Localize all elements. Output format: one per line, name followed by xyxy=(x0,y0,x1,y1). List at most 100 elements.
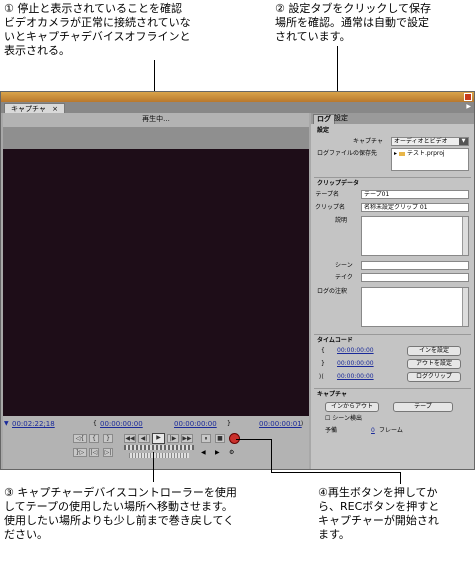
panel-menu-icon[interactable]: ▶ xyxy=(466,103,471,110)
scene-detect-label: シーン検出 xyxy=(332,415,362,422)
tape-name-label: テープ名 xyxy=(315,191,339,198)
preview-header-strip xyxy=(3,127,309,149)
annotation-4-line: ます。 xyxy=(318,528,350,541)
status-text: 再生中... xyxy=(142,115,170,123)
tc-duration-value[interactable]: 00:00:00:00 xyxy=(337,373,374,381)
take-label: テイク xyxy=(335,274,353,281)
set-out-button[interactable]: アウトを設定 xyxy=(407,359,461,369)
log-clip-button[interactable]: ログクリップ xyxy=(407,372,461,382)
window-titlebar[interactable] xyxy=(1,92,474,102)
annotation-1-line: ① 停止と表示されていることを確認 xyxy=(4,2,183,15)
tab-capture[interactable]: キャプチャ × xyxy=(4,103,66,113)
clip-name-field[interactable]: 名称未設定クリップ 01 xyxy=(361,203,469,212)
close-icon[interactable] xyxy=(464,93,472,101)
current-timecode[interactable]: 00:02:22;18 xyxy=(12,418,55,430)
scene-label: シーン xyxy=(335,262,353,269)
pause-button[interactable]: ⏸ xyxy=(201,434,211,443)
annotation-2-line: 場所を確認。通常は自動で設定 xyxy=(275,16,429,29)
annotation-1-line: いとキャプチャデバイスオフラインと xyxy=(4,30,191,43)
logfile-location-box[interactable]: ▸ テスト.prproj xyxy=(391,148,469,171)
annotation-1-line: 表示される。 xyxy=(4,44,70,57)
duration-icon: ⟩⟨ xyxy=(319,373,324,380)
annotation-2-line: ② 設定タブをクリックして保存 xyxy=(275,2,432,15)
folder-icon xyxy=(398,151,405,156)
stop-button[interactable]: ■ xyxy=(215,434,225,443)
leader-line-4b xyxy=(271,439,272,472)
annotation-3-line: ださい。 xyxy=(4,528,48,541)
jog-slider[interactable] xyxy=(129,453,189,458)
capture-section-header: キャプチャ xyxy=(317,391,347,398)
annotation-3: ③ キャプチャーデバイスコントローラーを使用 してテープの使用したい場所へ移動さ… xyxy=(4,486,314,542)
out-timecode[interactable]: 00:00:00:00 xyxy=(174,418,217,430)
annotation-4-line: キャプチャーが開始され xyxy=(318,514,439,527)
expand-icon: ▸ xyxy=(394,150,398,157)
set-in-button[interactable]: インを設定 xyxy=(407,346,461,356)
annotation-4-line: ら、RECボタンを押すと xyxy=(318,500,440,513)
logfile-location-item[interactable]: ▸ テスト.prproj xyxy=(394,150,445,158)
duration-icon: ⟩ xyxy=(301,420,304,427)
tab-settings[interactable]: 設定 xyxy=(331,114,351,124)
capture-type-select[interactable]: オーディオとビデオ ▼ xyxy=(391,137,469,146)
leader-line-4d xyxy=(400,472,401,484)
duration-timecode[interactable]: 00:00:00:01 xyxy=(259,418,302,430)
timecode-section-header: タイムコード xyxy=(317,337,353,344)
log-notes-label: ログの注釈 xyxy=(317,288,348,295)
scene-detect-icon[interactable]: ⚙ xyxy=(229,449,234,457)
capture-window: キャプチャ × ▶ 再生中... ▼ 00:02:22;18 { 00:00:0… xyxy=(0,91,475,470)
in-point-icon: { xyxy=(321,347,325,354)
out-point-icon: } xyxy=(321,360,325,367)
scene-field[interactable] xyxy=(361,261,469,270)
scrollbar[interactable] xyxy=(462,288,468,326)
panel-tab-row: キャプチャ × ▶ xyxy=(1,102,474,113)
scrollbar[interactable] xyxy=(462,217,468,255)
timecode-row: ▼ 00:02:22;18 { 00:00:00:00 00:00:00:00 … xyxy=(3,418,309,430)
handles-value[interactable]: 0 xyxy=(371,427,375,435)
description-label: 説明 xyxy=(335,217,348,224)
capture-type-value: オーディオとビデオ xyxy=(394,138,448,145)
go-to-in-button[interactable]: ◁{ xyxy=(73,434,87,443)
set-out-button[interactable]: } xyxy=(103,434,113,443)
log-panel-tabs: ログ 設定 xyxy=(311,113,474,124)
slow-forward-icon[interactable]: ▶ xyxy=(215,449,220,457)
log-notes-field[interactable] xyxy=(361,287,469,327)
clip-name-label: クリップ名 xyxy=(315,204,346,211)
handles-label: 予備 xyxy=(325,427,338,434)
tc-out-value[interactable]: 00:00:00:00 xyxy=(337,360,374,368)
settings-section-header: 設定 xyxy=(317,127,330,134)
annotation-2-line: されています。 xyxy=(275,30,351,43)
slow-reverse-icon[interactable]: ◀ xyxy=(201,449,206,457)
tab-capture-label: キャプチャ xyxy=(11,105,46,113)
annotation-1-line: ビデオカメラが正常に接続されていな xyxy=(4,16,191,29)
in-point-icon: { xyxy=(93,420,97,427)
prev-scene-button[interactable]: |◁ xyxy=(89,448,99,457)
logfile-location-value: テスト.prproj xyxy=(406,150,445,157)
divider xyxy=(314,334,471,335)
next-scene-button[interactable]: ▷| xyxy=(103,448,113,457)
annotation-4: ④再生ボタンを押してか ら、RECボタンを押すと キャプチャーが開始され ます。 xyxy=(318,486,474,542)
tape-name-field[interactable]: テープ01 xyxy=(361,190,469,199)
rewind-button[interactable]: ◀◀ xyxy=(124,434,136,443)
shuttle-slider[interactable] xyxy=(124,445,194,450)
tape-button[interactable]: テープ xyxy=(393,402,453,412)
take-field[interactable] xyxy=(361,273,469,282)
description-field[interactable] xyxy=(361,216,469,256)
go-to-out-button[interactable]: }▷ xyxy=(73,448,87,457)
divider xyxy=(314,388,471,389)
annotation-1: ① 停止と表示されていることを確認 ビデオカメラが正常に接続されていな いとキャ… xyxy=(4,2,274,58)
fast-forward-button[interactable]: ▶▶ xyxy=(181,434,193,443)
scene-detect-checkbox[interactable]: ☐ シーン検出 xyxy=(325,415,362,423)
device-controller: ◁{ { } ◀◀ ◀| ▶ |▶ ▶▶ ⏸ ■ }▷ |◁ ▷| ◀ ▶ ⚙ xyxy=(3,431,309,469)
video-preview xyxy=(3,149,309,416)
step-back-button[interactable]: ◀| xyxy=(138,434,150,443)
out-point-icon: } xyxy=(227,420,231,427)
in-to-out-button[interactable]: インからアウト xyxy=(325,402,379,412)
in-timecode[interactable]: 00:00:00:00 xyxy=(100,418,143,430)
tc-in-value[interactable]: 00:00:00:00 xyxy=(337,347,374,355)
step-forward-button[interactable]: |▶ xyxy=(167,434,179,443)
tab-close-icon[interactable]: × xyxy=(52,105,58,113)
logfile-location-label: ログファイルの保存先 xyxy=(317,150,378,157)
log-panel: ログ 設定 設定 キャプチャ オーディオとビデオ ▼ ログファイルの保存先 ▸ … xyxy=(311,113,474,469)
annotation-2: ② 設定タブをクリックして保存 場所を確認。通常は自動で設定 されています。 xyxy=(275,2,473,44)
play-button[interactable]: ▶ xyxy=(152,433,165,444)
set-in-button[interactable]: { xyxy=(89,434,99,443)
